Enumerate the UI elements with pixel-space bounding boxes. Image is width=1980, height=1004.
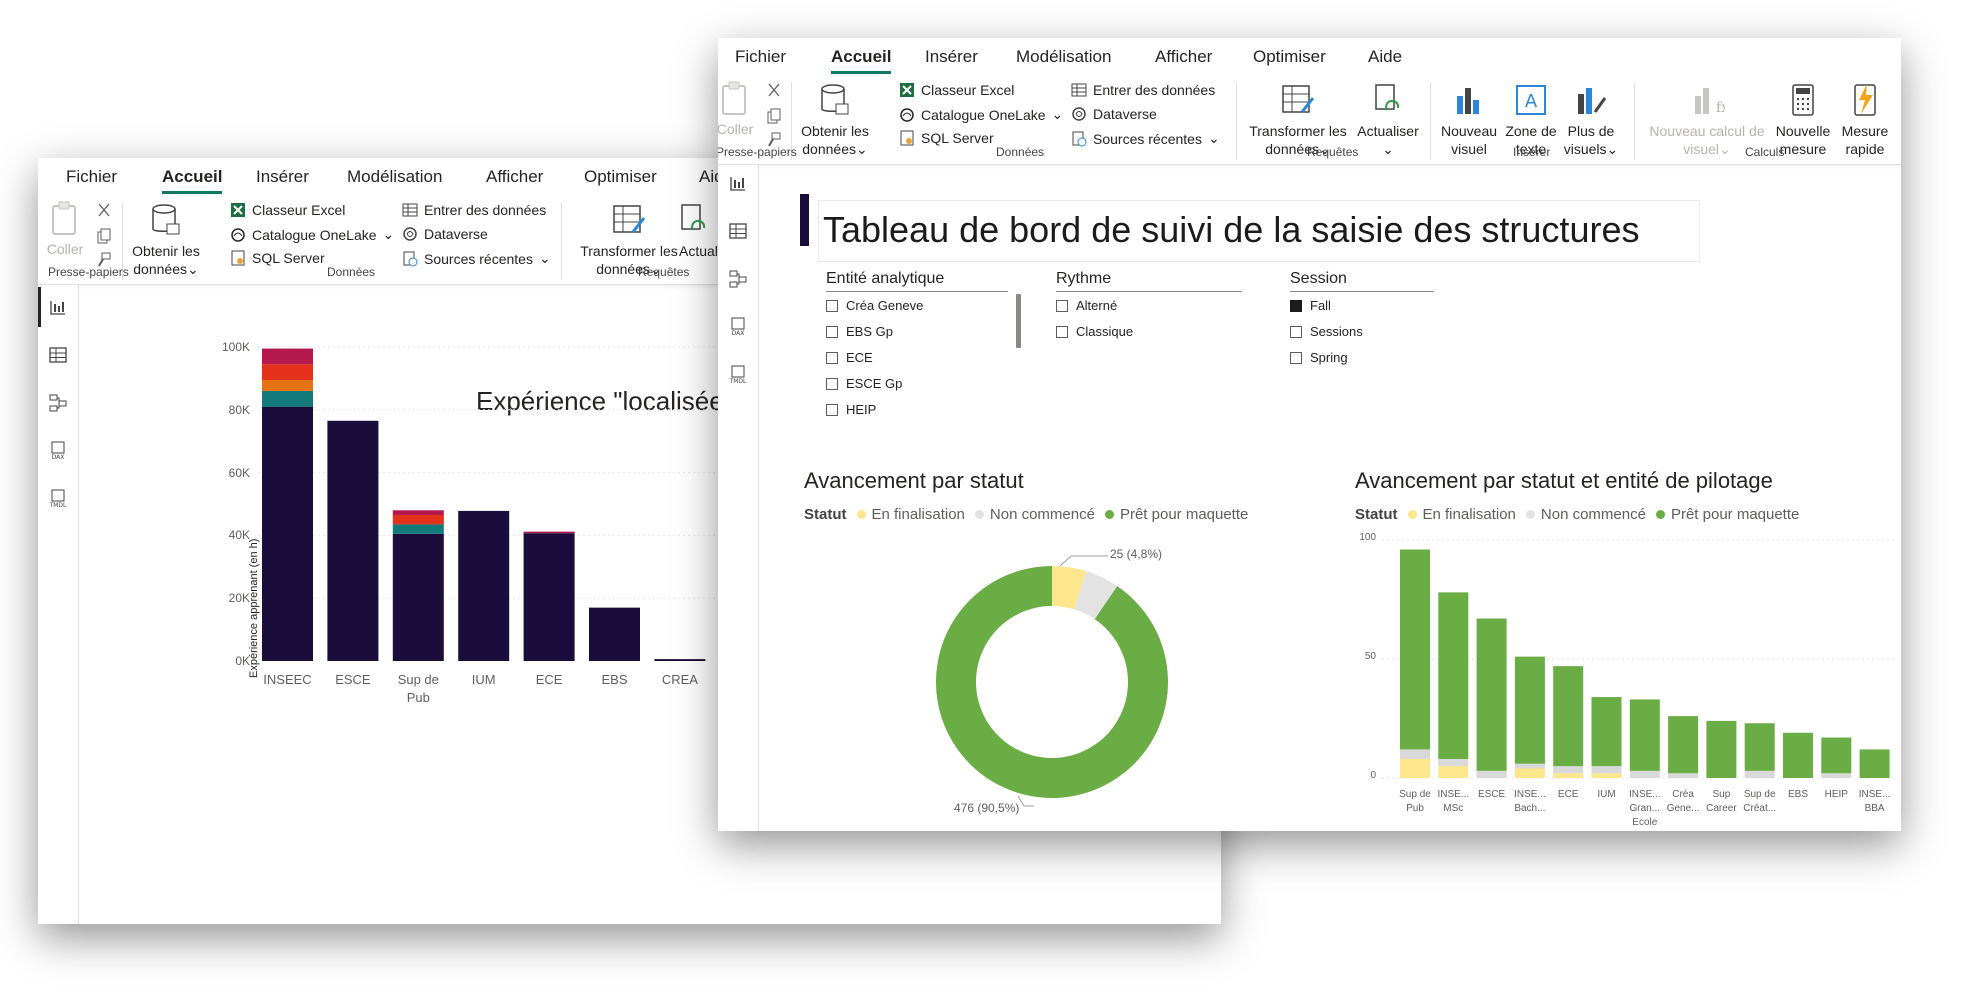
stacked-bar-chart (1382, 539, 1896, 779)
x-tick-label: IUM (1597, 789, 1616, 800)
bar-segment[interactable] (1668, 773, 1699, 778)
bar-segment[interactable] (1668, 716, 1699, 774)
bar-segment[interactable] (1591, 773, 1622, 778)
bar-segment[interactable] (1438, 766, 1469, 778)
x-tick-label: SupCareer (1706, 789, 1737, 814)
bar-segment[interactable] (654, 659, 706, 661)
bar-segment[interactable] (1859, 749, 1890, 778)
bar-segment[interactable] (1553, 773, 1584, 778)
x-tick-label: INSE... Gran... Ecole (1628, 789, 1661, 828)
x-tick-label: Créa Gene... (1666, 789, 1700, 814)
bar-segment[interactable] (1438, 758, 1469, 767)
bar-segment[interactable] (1821, 773, 1852, 778)
y-tick-label: 80K (228, 402, 250, 417)
bar-segment[interactable] (1476, 770, 1507, 778)
bar-segment[interactable] (262, 364, 313, 380)
x-tick-label: Sup de Créat... (1743, 789, 1777, 814)
bar-segment[interactable] (523, 533, 575, 661)
bar-segment[interactable] (327, 420, 379, 661)
bar-segment[interactable] (589, 607, 640, 661)
bar-segment[interactable] (1514, 763, 1545, 769)
y-tick-label: 50 (1364, 651, 1376, 662)
bar-segment[interactable] (1400, 749, 1430, 759)
bar-segment[interactable] (392, 510, 444, 515)
x-tick-label: INSE... Bach... (1514, 789, 1546, 814)
bar-segment[interactable] (262, 379, 313, 391)
x-tick-label: INSE... MSc (1437, 789, 1470, 814)
bar-segment[interactable] (1744, 723, 1775, 771)
bar-segment[interactable] (392, 514, 444, 525)
x-tick-label: ECE (1557, 789, 1579, 800)
bar-segment[interactable] (1744, 770, 1775, 778)
bar-segment[interactable] (1514, 656, 1545, 764)
front-window: Fichier Accueil Insérer Modélisation Aff… (718, 38, 1901, 831)
x-tick-label: Sup de Pub (1399, 789, 1431, 814)
bar-segment[interactable] (262, 348, 313, 365)
x-tick-label: ESCE (1477, 789, 1506, 800)
y-tick-label: 0 (1370, 770, 1376, 781)
bar-segment[interactable] (262, 406, 313, 661)
y-tick-label: 60K (228, 465, 250, 480)
y-tick-label: 0K (235, 654, 250, 668)
x-tick-label: INSE... BBA (1858, 789, 1891, 814)
bar-segment[interactable] (1476, 618, 1507, 771)
bar-segment[interactable] (1400, 758, 1430, 778)
bar-segment[interactable] (1514, 768, 1545, 778)
bar-segment[interactable] (1629, 770, 1660, 778)
bar-segment[interactable] (262, 390, 313, 407)
bar-segment[interactable] (392, 524, 444, 534)
bar-segment[interactable] (1553, 666, 1584, 767)
bar-segment[interactable] (1706, 720, 1737, 778)
y-tick-label: 100K (221, 340, 250, 354)
x-tick-label: EBS (1787, 789, 1808, 800)
bar-segment[interactable] (1591, 697, 1622, 767)
y-tick-label: 20K (228, 591, 250, 606)
y-tick-label: 40K (228, 528, 250, 543)
bar-segment[interactable] (1821, 737, 1852, 774)
bar-segment[interactable] (1400, 549, 1430, 750)
bar-segment[interactable] (1553, 766, 1584, 774)
bar-segment[interactable] (1629, 699, 1660, 771)
bar-segment[interactable] (392, 533, 444, 661)
y-tick-label: 100 (1359, 532, 1376, 543)
bar-segment[interactable] (1438, 592, 1469, 759)
bar-segment[interactable] (1591, 766, 1622, 774)
bar-segment[interactable] (458, 510, 510, 661)
bar-segment[interactable] (523, 531, 575, 534)
bar-segment[interactable] (1783, 732, 1813, 778)
x-tick-label: HEIP (1824, 789, 1848, 800)
